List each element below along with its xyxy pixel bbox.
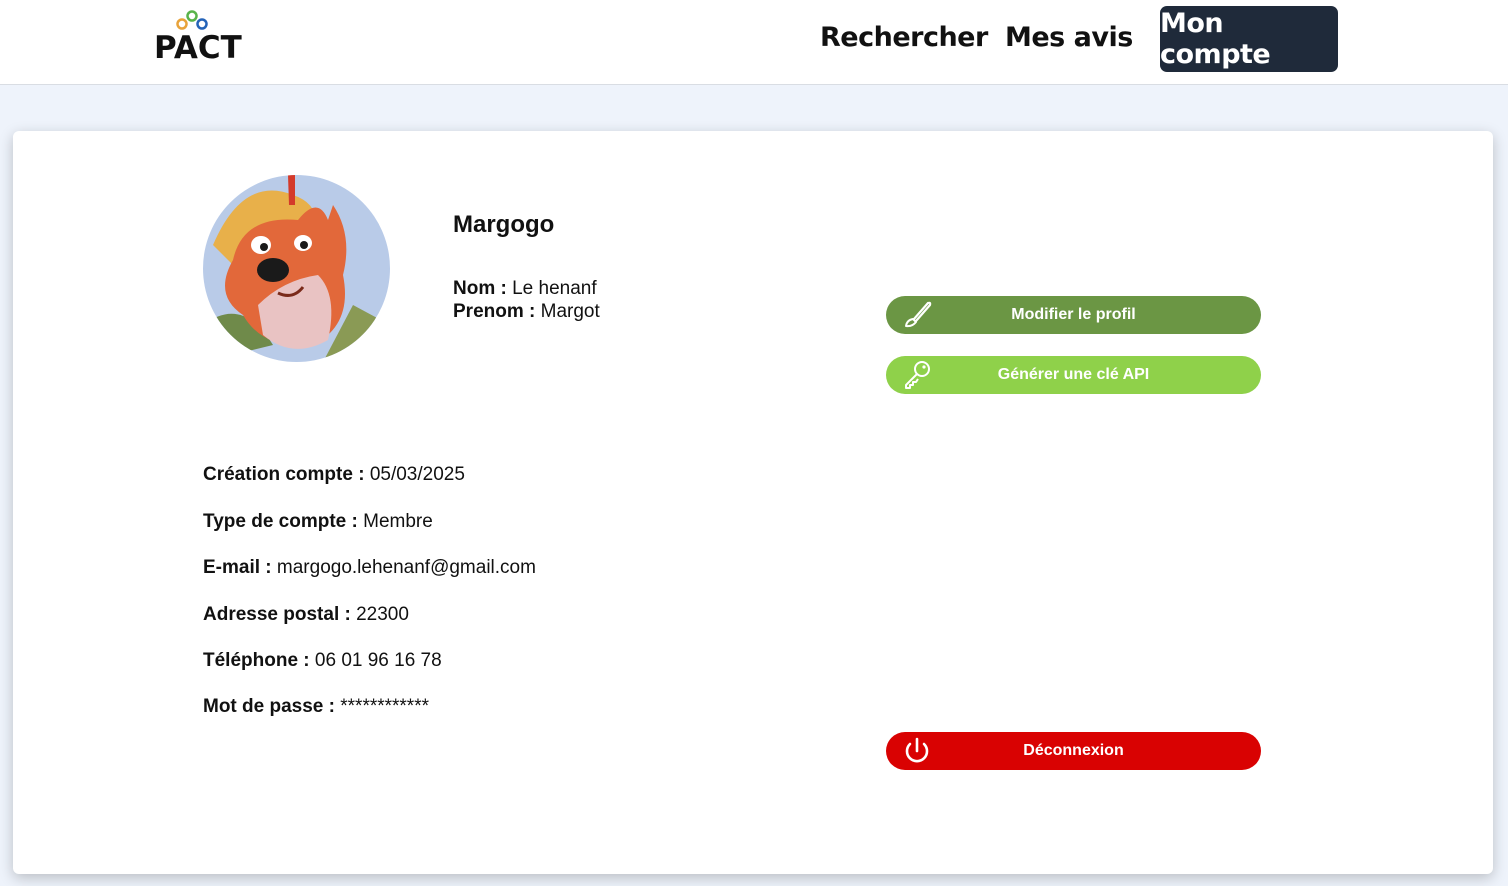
detail-postal-address: Adresse postal : 22300	[203, 604, 409, 626]
top-navbar: PACT Rechercher Mes avis Mon compte	[0, 0, 1508, 85]
detail-value: 05/03/2025	[369, 464, 465, 485]
detail-value: 06 01 96 16 78	[314, 650, 442, 671]
nav-reviews-link[interactable]: Mes avis	[1005, 22, 1133, 53]
detail-label: Création compte :	[203, 464, 365, 485]
logo-text: PACT	[154, 30, 242, 66]
profile-username: Margogo	[453, 211, 555, 238]
nav-search-link[interactable]: Rechercher	[820, 22, 988, 53]
power-icon	[905, 737, 929, 763]
detail-phone: Téléphone : 06 01 96 16 78	[203, 650, 442, 672]
prenom-value: Margot	[540, 301, 600, 322]
detail-label: Adresse postal :	[203, 604, 351, 625]
logout-label: Déconnexion	[1023, 742, 1124, 759]
detail-value: 22300	[356, 604, 409, 625]
detail-creation-date: Création compte : 05/03/2025	[203, 464, 465, 486]
detail-email: E-mail : margogo.lehenanf@gmail.com	[203, 557, 536, 579]
edit-profile-label: Modifier le profil	[1011, 306, 1136, 323]
generate-api-key-button[interactable]: Générer une clé API	[886, 356, 1261, 394]
nom-value: Le henanf	[512, 278, 597, 299]
nav-account-button[interactable]: Mon compte	[1160, 6, 1338, 72]
brush-icon	[905, 301, 932, 328]
detail-account-type: Type de compte : Membre	[203, 511, 433, 533]
detail-label: Mot de passe :	[203, 696, 335, 717]
detail-password: Mot de passe : ************	[203, 696, 429, 718]
detail-label: Type de compte :	[203, 511, 358, 532]
key-icon	[905, 361, 930, 389]
detail-label: E-mail :	[203, 557, 272, 578]
generate-api-key-label: Générer une clé API	[997, 366, 1150, 383]
avatar	[203, 175, 390, 362]
logout-button[interactable]: Déconnexion	[886, 732, 1261, 770]
nom-label: Nom :	[453, 278, 507, 299]
profile-prenom: Prenom : Margot	[453, 301, 600, 323]
prenom-label: Prenom :	[453, 301, 536, 322]
profile-card: Margogo Nom : Le henanf Prenom : Margot …	[13, 131, 1493, 874]
edit-profile-button[interactable]: Modifier le profil	[886, 296, 1261, 334]
profile-nom: Nom : Le henanf	[453, 278, 597, 300]
detail-value: Membre	[363, 511, 433, 532]
detail-value: margogo.lehenanf@gmail.com	[276, 557, 536, 578]
pact-logo[interactable]: PACT	[154, 10, 258, 66]
detail-label: Téléphone :	[203, 650, 310, 671]
detail-value: ************	[340, 696, 429, 717]
